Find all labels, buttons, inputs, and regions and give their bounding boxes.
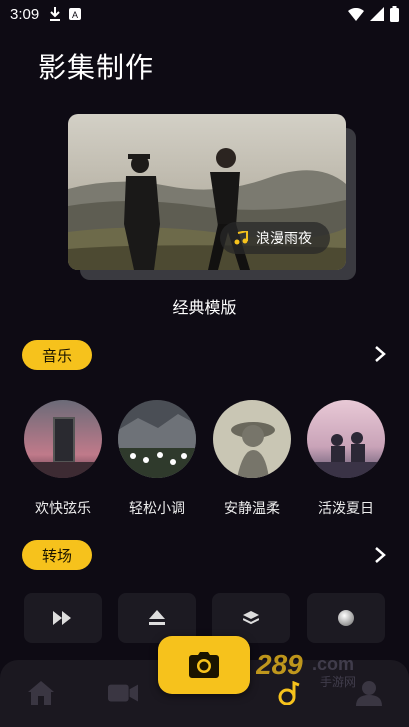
- watermark-logo: 289 .com 手游网: [255, 648, 386, 689]
- template-label: 经典模版: [172, 298, 237, 317]
- music-more-chevron-icon[interactable]: [373, 344, 387, 364]
- music-thumb: [118, 400, 196, 478]
- eject-icon: [149, 610, 165, 625]
- transition-item-1[interactable]: [24, 593, 102, 643]
- svg-text:.com: .com: [312, 654, 354, 674]
- status-bar: 3:09 A: [0, 0, 409, 28]
- template-card[interactable]: 浪漫雨夜: [68, 114, 356, 280]
- song-chip[interactable]: 浪漫雨夜: [220, 222, 330, 254]
- camera-button[interactable]: [158, 636, 250, 694]
- nav-home[interactable]: [26, 678, 56, 708]
- download-icon: [50, 7, 61, 21]
- svg-text:289: 289: [256, 649, 303, 680]
- music-item-label: 活泼夏日: [318, 501, 374, 517]
- svg-text:手游网: 手游网: [320, 675, 356, 688]
- circle-icon: [338, 610, 354, 626]
- music-item-label: 欢快弦乐: [35, 501, 91, 517]
- page-title: 影集制作: [38, 51, 155, 84]
- music-thumb: [307, 400, 385, 478]
- app-notification-icon: A: [69, 8, 82, 20]
- song-chip-label: 浪漫雨夜: [256, 231, 312, 247]
- wifi-icon: [348, 7, 364, 21]
- signal-icon: [370, 7, 384, 21]
- camera-icon: [189, 652, 219, 678]
- nav-video[interactable]: [108, 678, 138, 708]
- music-thumb: [24, 400, 102, 478]
- music-thumb: [213, 400, 291, 478]
- music-section-pill: 音乐: [22, 340, 92, 370]
- transition-section-pill: 转场: [22, 540, 92, 570]
- transition-more-chevron-icon[interactable]: [373, 545, 387, 565]
- svg-text:A: A: [72, 10, 78, 20]
- home-icon: [28, 681, 54, 705]
- transition-item-4[interactable]: [307, 593, 385, 643]
- music-item-2[interactable]: 轻松小调: [117, 400, 197, 518]
- music-item-1[interactable]: 欢快弦乐: [23, 400, 103, 518]
- video-icon: [108, 684, 138, 702]
- status-time: 3:09: [10, 5, 40, 23]
- music-item-3[interactable]: 安静温柔: [212, 400, 292, 518]
- music-item-4[interactable]: 活泼夏日: [306, 400, 386, 518]
- fast-forward-icon: [53, 611, 71, 625]
- battery-icon: [390, 6, 399, 22]
- layers-icon: [243, 611, 259, 625]
- music-note-icon: [234, 231, 248, 245]
- music-item-label: 轻松小调: [129, 501, 185, 517]
- music-item-label: 安静温柔: [224, 501, 280, 517]
